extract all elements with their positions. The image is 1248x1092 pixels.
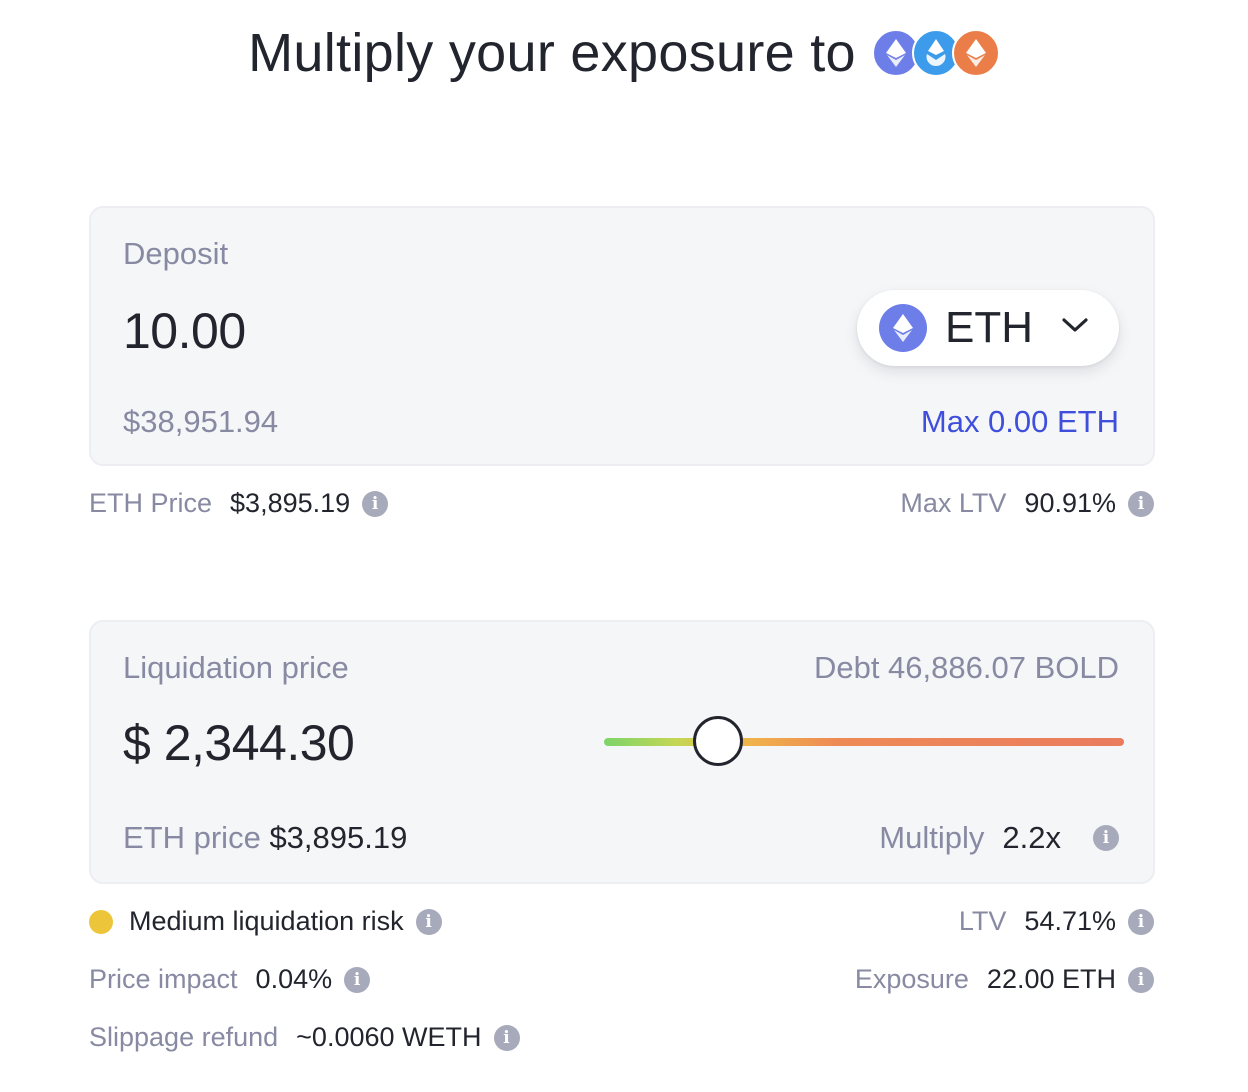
multiply-value: 2.2x [1002, 820, 1061, 855]
token-select-button[interactable]: ETH [857, 290, 1119, 366]
exposure-label: Exposure [854, 964, 969, 994]
eth-price-label: ETH Price [89, 488, 213, 518]
info-icon[interactable]: i [362, 490, 389, 517]
multiply-label: Multiply [879, 820, 985, 855]
leverage-slider-track[interactable] [604, 738, 1124, 746]
deposit-card: Deposit 10.00 ETH $38,951.94 Max 0.00 ET… [89, 206, 1155, 466]
slippage-value: ~0.0060 WETH [296, 1022, 482, 1052]
info-icon[interactable]: i [344, 966, 371, 993]
info-icon[interactable]: i [493, 1024, 520, 1051]
max-ltv-label: Max LTV [900, 488, 1007, 518]
selected-token-label: ETH [945, 303, 1033, 352]
max-button[interactable]: Max 0.00 ETH [921, 404, 1119, 440]
liquidation-eth-price: ETH price $3,895.19 [123, 820, 407, 856]
deposit-amount-input[interactable]: 10.00 [123, 302, 246, 360]
chevron-down-icon [1061, 316, 1089, 339]
page-title: Multiply your exposure to [248, 23, 856, 83]
ltv-value: 54.71% [1024, 906, 1116, 936]
eth-icon [879, 304, 927, 352]
price-impact-row: Price impact 0.04% i [89, 964, 371, 995]
max-ltv-value: 90.91% [1024, 488, 1116, 518]
eth-price-value: $3,895.19 [230, 488, 351, 518]
liquidation-eth-price-label: ETH price [123, 820, 261, 855]
liquidation-label: Liquidation price [123, 650, 349, 685]
exposure-value: 22.00 ETH [986, 964, 1116, 994]
slippage-refund-row: Slippage refund ~0.0060 WETH i [89, 1022, 520, 1053]
leverage-slider-handle[interactable] [693, 716, 744, 766]
risk-status-dot [89, 909, 113, 934]
debt-amount: Debt 46,886.07 BOLD [813, 650, 1119, 685]
info-icon[interactable]: i [1093, 825, 1119, 851]
max-ltv-info: Max LTV 90.91% i [900, 488, 1154, 519]
page-title-row: Multiply your exposure to [0, 22, 1248, 84]
multiply-info: Multiply 2.2x i [879, 820, 1119, 856]
ltv-row: LTV 54.71% i [959, 906, 1154, 937]
price-impact-label: Price impact [89, 964, 238, 994]
liquidation-price-value: $ 2,344.30 [123, 715, 355, 771]
info-icon[interactable]: i [1128, 966, 1154, 993]
reth-icon [951, 29, 1000, 77]
liquidation-risk-row: Medium liquidation risk i [89, 906, 442, 937]
info-icon[interactable]: i [415, 908, 442, 935]
slippage-label: Slippage refund [89, 1022, 279, 1052]
eth-price-info: ETH Price $3,895.19 i [89, 488, 389, 519]
deposit-label: Deposit [123, 236, 229, 271]
liquidation-card: Liquidation price Debt 46,886.07 BOLD $ … [89, 620, 1155, 884]
token-icon-stack [871, 29, 1000, 77]
info-icon[interactable]: i [1128, 908, 1154, 935]
info-icon[interactable]: i [1128, 490, 1154, 517]
deposit-usd-value: $38,951.94 [123, 404, 279, 439]
price-impact-value: 0.04% [255, 964, 333, 994]
exposure-row: Exposure 22.00 ETH i [855, 964, 1154, 995]
liquidation-eth-price-value: $3,895.19 [269, 820, 408, 855]
ltv-label: LTV [958, 906, 1007, 936]
risk-label: Medium liquidation risk [129, 906, 404, 936]
